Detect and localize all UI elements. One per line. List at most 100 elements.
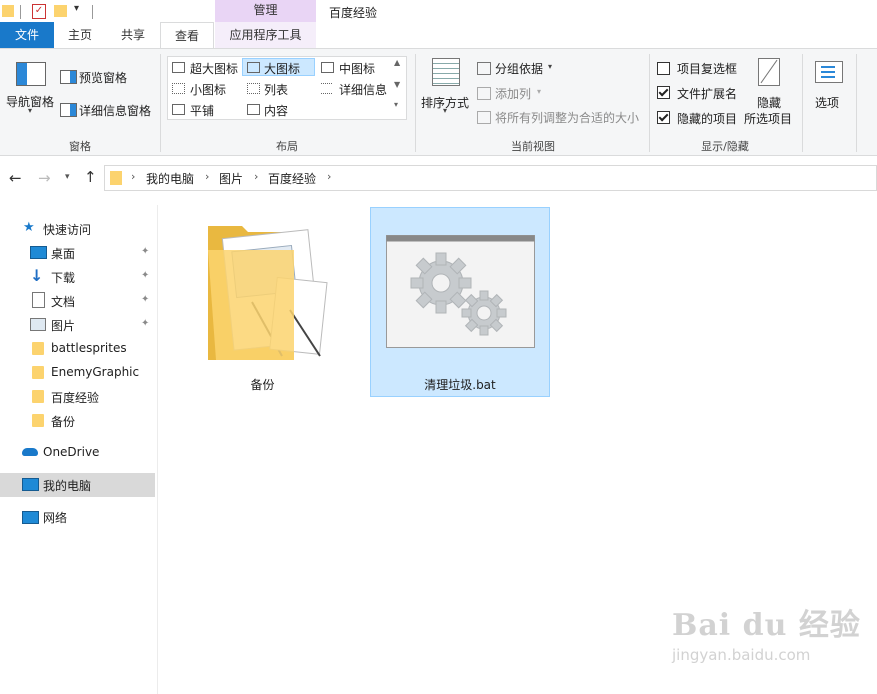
back-icon[interactable]: ← xyxy=(9,169,22,187)
nav-this-pc[interactable]: 我的电脑 xyxy=(43,477,91,494)
layout-medium-icons[interactable]: 中图标 xyxy=(339,60,375,77)
nav-item-desktop[interactable]: 桌面 xyxy=(51,245,75,262)
gallery-scroll-down-icon[interactable]: ▼ xyxy=(394,80,400,89)
separator xyxy=(20,5,21,19)
extra-large-icons-icon xyxy=(172,62,185,73)
group-separator xyxy=(415,54,416,152)
layout-small-icons[interactable]: 小图标 xyxy=(190,81,226,98)
chevron-down-icon[interactable]: ▾ xyxy=(548,62,552,71)
document-icon xyxy=(32,292,45,308)
up-icon[interactable]: ↑ xyxy=(84,168,97,186)
layout-large-icons[interactable]: 大图标 xyxy=(264,60,300,77)
chevron-right-icon[interactable]: › xyxy=(205,170,209,183)
sort-by-icon xyxy=(432,58,460,86)
layout-list[interactable]: 列表 xyxy=(264,81,288,98)
nav-item-backup[interactable]: 备份 xyxy=(51,413,75,430)
layout-tiles[interactable]: 平铺 xyxy=(190,102,214,119)
group-label-pane: 窗格 xyxy=(69,140,91,153)
customize-qat-icon[interactable]: ▾ xyxy=(74,3,79,14)
recent-locations-icon[interactable]: ▾ xyxy=(65,172,70,182)
nav-item-battlesprites[interactable]: battlesprites xyxy=(51,341,127,355)
breadcrumb-this-pc[interactable]: 我的电脑 xyxy=(146,170,194,187)
computer-icon xyxy=(22,478,39,491)
size-all-columns-button[interactable]: 将所有列调整为合适的大小 xyxy=(495,109,639,126)
gallery-more-icon[interactable]: ▾ xyxy=(394,100,398,109)
tab-home[interactable]: 主页 xyxy=(54,22,106,48)
nav-item-pictures[interactable]: 图片 xyxy=(51,317,75,334)
file-item-folder[interactable]: 备份 xyxy=(190,210,335,395)
tab-app-tools[interactable]: 应用程序工具 xyxy=(215,22,316,48)
gear-icon xyxy=(386,235,535,348)
manage-context-tab[interactable]: 管理 xyxy=(215,0,316,22)
group-label-layout: 布局 xyxy=(276,140,298,153)
watermark-url: jingyan.baidu.com xyxy=(672,646,811,664)
star-icon: ★ xyxy=(23,220,35,235)
group-by-button[interactable]: 分组依据 xyxy=(495,60,543,77)
chevron-right-icon[interactable]: › xyxy=(131,170,135,183)
pin-icon: ✦ xyxy=(141,270,150,281)
folder-icon xyxy=(208,226,328,360)
nav-item-enemygraphic[interactable]: EnemyGraphic xyxy=(51,365,139,379)
chevron-down-icon[interactable]: ▾ xyxy=(28,106,32,115)
watermark-brand: Bai du 经验 xyxy=(672,608,861,643)
layout-content[interactable]: 内容 xyxy=(264,102,288,119)
file-name: 备份 xyxy=(250,378,275,392)
chevron-right-icon[interactable]: › xyxy=(254,170,258,183)
pictures-icon xyxy=(30,318,46,331)
group-separator xyxy=(802,54,803,152)
new-folder-icon[interactable] xyxy=(54,5,67,17)
small-icons-icon xyxy=(172,83,185,94)
nav-item-baidu-jingyan[interactable]: 百度经验 xyxy=(51,389,99,406)
nav-quick-access[interactable]: 快速访问 xyxy=(43,221,91,238)
desktop-icon xyxy=(30,246,47,259)
folder-icon xyxy=(110,171,122,185)
nav-item-documents[interactable]: 文档 xyxy=(51,293,75,310)
content-icon xyxy=(247,104,260,115)
file-extensions-checkbox[interactable] xyxy=(657,86,670,99)
details-pane-button[interactable]: 详细信息窗格 xyxy=(79,102,151,119)
layout-details[interactable]: 详细信息 xyxy=(339,81,387,98)
chevron-down-icon: ▾ xyxy=(537,87,542,96)
tab-view[interactable]: 查看 xyxy=(160,22,214,48)
hide-selected-button[interactable]: 隐藏 xyxy=(757,94,781,111)
hidden-items-checkbox[interactable] xyxy=(657,111,670,124)
group-separator xyxy=(856,54,857,152)
group-by-icon xyxy=(477,62,491,75)
details-pane-icon xyxy=(60,103,77,117)
separator xyxy=(92,5,93,19)
pin-icon: ✦ xyxy=(141,318,150,329)
nav-onedrive[interactable]: OneDrive xyxy=(43,445,99,459)
tiles-icon xyxy=(172,104,185,115)
chevron-right-icon[interactable]: › xyxy=(327,170,331,183)
nav-network[interactable]: 网络 xyxy=(43,509,67,526)
hidden-items-label: 隐藏的项目 xyxy=(677,112,738,126)
options-button[interactable]: 选项 xyxy=(815,94,839,111)
window-title: 百度经验 xyxy=(329,6,378,20)
breadcrumb-pictures[interactable]: 图片 xyxy=(219,170,243,187)
folder-icon xyxy=(2,5,14,17)
item-checkboxes-label: 项目复选框 xyxy=(677,62,738,76)
options-icon xyxy=(815,61,843,83)
item-checkboxes-checkbox[interactable] xyxy=(657,62,670,75)
gallery-scroll-up-icon[interactable]: ▲ xyxy=(394,58,400,67)
add-columns-button[interactable]: 添加列 xyxy=(495,85,531,102)
forward-icon[interactable]: → xyxy=(38,169,51,187)
list-icon xyxy=(247,83,260,94)
preview-pane-button[interactable]: 预览窗格 xyxy=(79,69,127,86)
navigation-pane-icon[interactable] xyxy=(16,62,46,86)
chevron-down-icon[interactable]: ▾ xyxy=(443,106,447,115)
file-item-batch[interactable]: 清理垃圾.bat xyxy=(370,207,550,397)
tab-file[interactable]: 文件 xyxy=(0,22,54,48)
large-icons-icon xyxy=(247,62,260,73)
preview-pane-icon xyxy=(60,70,77,84)
hide-selected-button-line2[interactable]: 所选项目 xyxy=(744,110,792,127)
hide-selected-icon xyxy=(758,58,780,86)
group-separator xyxy=(160,54,161,152)
breadcrumb-baidu-jingyan[interactable]: 百度经验 xyxy=(268,170,316,187)
tab-share[interactable]: 共享 xyxy=(106,22,160,48)
folder-icon xyxy=(32,390,44,403)
details-icon xyxy=(321,83,332,94)
nav-item-downloads[interactable]: 下载 xyxy=(51,269,75,286)
layout-extra-large-icons[interactable]: 超大图标 xyxy=(190,60,238,77)
properties-icon[interactable]: ✓ xyxy=(32,4,46,19)
